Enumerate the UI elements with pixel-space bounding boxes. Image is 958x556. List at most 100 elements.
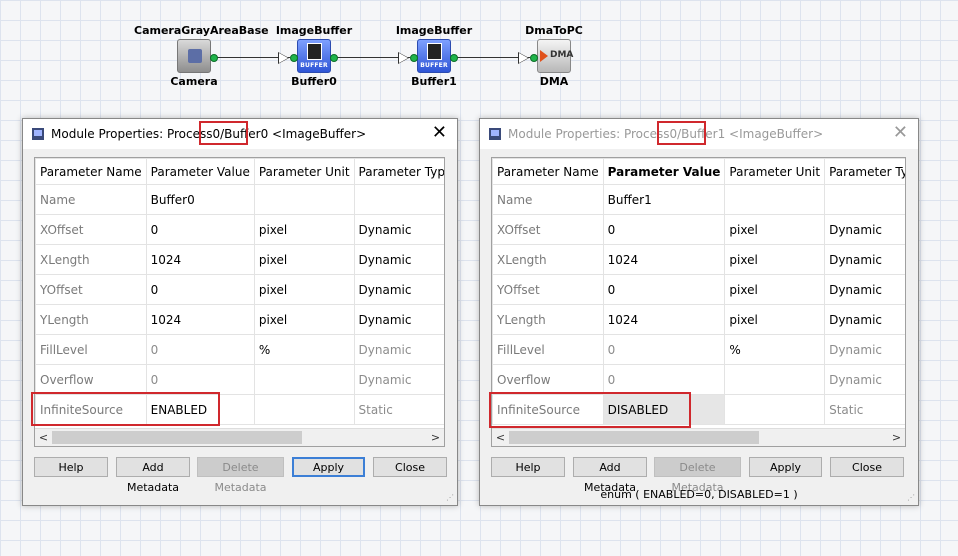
param-unit-cell: pixel <box>253 214 355 245</box>
row-ylength[interactable]: YLength1024pixelDynamicW <box>35 304 444 335</box>
param-value-cell[interactable]: 1024 <box>145 304 255 335</box>
param-value-cell[interactable]: 0 <box>602 364 726 395</box>
param-value-cell[interactable]: Buffer0 <box>145 184 255 215</box>
buffer1-node[interactable]: ImageBuffer BUFFER Buffer1 <box>374 23 494 88</box>
row-xlength[interactable]: XLength1024pixelDynamicW <box>35 244 444 275</box>
horizontal-scrollbar[interactable]: < > <box>492 428 905 446</box>
output-port[interactable] <box>210 54 218 62</box>
row-name[interactable]: Name Buffer0 <box>35 184 444 215</box>
param-value-cell[interactable]: 1024 <box>145 244 255 275</box>
horizontal-scrollbar[interactable]: < > <box>35 428 444 446</box>
col-header-parameter-type[interactable]: Parameter Type <box>824 158 905 185</box>
row-overflow[interactable]: Overflow0DynamicR <box>492 364 905 395</box>
close-button[interactable]: Close <box>373 457 447 477</box>
param-unit-cell <box>253 184 355 215</box>
param-name-cell: Name <box>492 184 604 215</box>
output-port[interactable] <box>450 54 458 62</box>
close-icon[interactable]: ✕ <box>893 123 908 143</box>
param-type-cell: Dynamic <box>353 274 444 305</box>
resize-grip-icon[interactable]: ⋰ <box>446 494 454 502</box>
row-xoffset[interactable]: XOffset0pixelDynamicW <box>35 214 444 245</box>
apply-button[interactable]: Apply <box>749 457 822 477</box>
param-unit-cell <box>724 184 826 215</box>
col-header-parameter-name[interactable]: Parameter Name <box>492 158 604 185</box>
dialog-titlebar[interactable]: Module Properties: Process0/Buffer0 <Ima… <box>23 119 457 149</box>
help-button[interactable]: Help <box>491 457 565 477</box>
camera-module-type: CameraGrayAreaBase <box>134 24 269 37</box>
row-filllevel[interactable]: FillLevel0%DynamicR <box>35 334 444 365</box>
input-port[interactable] <box>410 54 418 62</box>
row-xoffset[interactable]: XOffset0pixelDynamicW <box>492 214 905 245</box>
close-button[interactable]: Close <box>830 457 904 477</box>
param-value-cell[interactable]: 0 <box>145 334 255 365</box>
param-value-cell[interactable]: DISABLED <box>602 394 726 425</box>
delete-metadata-button[interactable]: Delete Metadata <box>197 457 284 494</box>
add-metadata-button[interactable]: Add Metadata <box>573 457 647 494</box>
param-name-cell: Overflow <box>492 364 604 395</box>
row-ylength[interactable]: YLength1024pixelDynamicW <box>492 304 905 335</box>
scroll-thumb[interactable] <box>509 431 759 444</box>
param-value-cell[interactable]: ENABLED <box>145 394 255 425</box>
param-value-cell[interactable]: Buffer1 <box>602 184 726 215</box>
col-header-parameter-value[interactable]: Parameter Value <box>602 158 726 185</box>
buffer1-module-type: ImageBuffer <box>395 24 473 37</box>
param-value-cell[interactable]: 1024 <box>602 244 726 275</box>
close-icon[interactable]: ✕ <box>432 123 447 143</box>
parameter-table[interactable]: Parameter Name Parameter Value Parameter… <box>491 157 906 447</box>
param-value-cell[interactable]: 0 <box>602 214 726 245</box>
col-header-parameter-name[interactable]: Parameter Name <box>35 158 147 185</box>
col-header-parameter-value[interactable]: Parameter Value <box>145 158 255 185</box>
param-name-cell: Name <box>35 184 147 215</box>
apply-button[interactable]: Apply <box>292 457 365 477</box>
input-port[interactable] <box>530 54 538 62</box>
row-name[interactable]: Name Buffer1 <box>492 184 905 215</box>
help-button[interactable]: Help <box>34 457 108 477</box>
row-infinitesource[interactable]: InfiniteSourceENABLEDStaticW <box>35 394 444 425</box>
row-yoffset[interactable]: YOffset0pixelDynamicW <box>35 274 444 305</box>
dma-node[interactable]: DmaToPC DMA DMA <box>494 23 614 88</box>
scroll-thumb[interactable] <box>52 431 302 444</box>
add-metadata-button[interactable]: Add Metadata <box>116 457 190 494</box>
buffer1-module-name: Buffer1 <box>411 75 457 88</box>
buffer0-node[interactable]: ImageBuffer BUFFER Buffer0 <box>254 23 374 88</box>
dma-icon[interactable]: DMA <box>537 39 574 73</box>
resize-grip-icon[interactable]: ⋰ <box>907 494 915 502</box>
param-value-cell[interactable]: 1024 <box>602 304 726 335</box>
dialog-title: Module Properties: Process0/Buffer1 <Ima… <box>508 127 823 141</box>
row-overflow[interactable]: Overflow0DynamicR <box>35 364 444 395</box>
row-filllevel[interactable]: FillLevel0%DynamicR <box>492 334 905 365</box>
param-value-cell[interactable]: 0 <box>145 274 255 305</box>
param-unit-cell <box>724 394 826 425</box>
scroll-right-icon[interactable]: > <box>427 429 444 446</box>
param-unit-cell: % <box>253 334 355 365</box>
row-xlength[interactable]: XLength1024pixelDynamicW <box>492 244 905 275</box>
col-header-parameter-unit[interactable]: Parameter Unit <box>253 158 355 185</box>
scroll-right-icon[interactable]: > <box>888 429 905 446</box>
dma-icon-label: DMA <box>550 50 574 60</box>
param-value-cell[interactable]: 0 <box>602 334 726 365</box>
buffer-icon[interactable]: BUFFER <box>297 39 331 73</box>
camera-node[interactable]: CameraGrayAreaBase Camera <box>134 23 269 88</box>
param-value-cell[interactable]: 0 <box>145 214 255 245</box>
dialog-titlebar[interactable]: Module Properties: Process0/Buffer1 <Ima… <box>480 119 918 149</box>
module-properties-dialog-buffer0[interactable]: Module Properties: Process0/Buffer0 <Ima… <box>22 118 458 506</box>
delete-metadata-button[interactable]: Delete Metadata <box>654 457 741 494</box>
buffer-icon[interactable]: BUFFER <box>417 39 451 73</box>
param-value-cell[interactable]: 0 <box>602 274 726 305</box>
title-module: Buffer0 <box>224 127 269 141</box>
row-yoffset[interactable]: YOffset0pixelDynamicW <box>492 274 905 305</box>
col-header-parameter-type[interactable]: Parameter Type <box>353 158 444 185</box>
module-properties-dialog-buffer1[interactable]: Module Properties: Process0/Buffer1 <Ima… <box>479 118 919 506</box>
param-unit-cell <box>253 364 355 395</box>
param-value-cell[interactable]: 0 <box>145 364 255 395</box>
input-port[interactable] <box>290 54 298 62</box>
parameter-table[interactable]: Parameter Name Parameter Value Parameter… <box>34 157 445 447</box>
scroll-left-icon[interactable]: < <box>492 429 509 446</box>
buffer1-icon-label: BUFFER <box>420 62 448 69</box>
scroll-left-icon[interactable]: < <box>35 429 52 446</box>
col-header-parameter-unit[interactable]: Parameter Unit <box>724 158 826 185</box>
camera-icon[interactable] <box>177 39 211 73</box>
param-unit-cell: % <box>724 334 826 365</box>
output-port[interactable] <box>330 54 338 62</box>
row-infinitesource[interactable]: InfiniteSourceDISABLEDStaticW <box>492 394 905 425</box>
